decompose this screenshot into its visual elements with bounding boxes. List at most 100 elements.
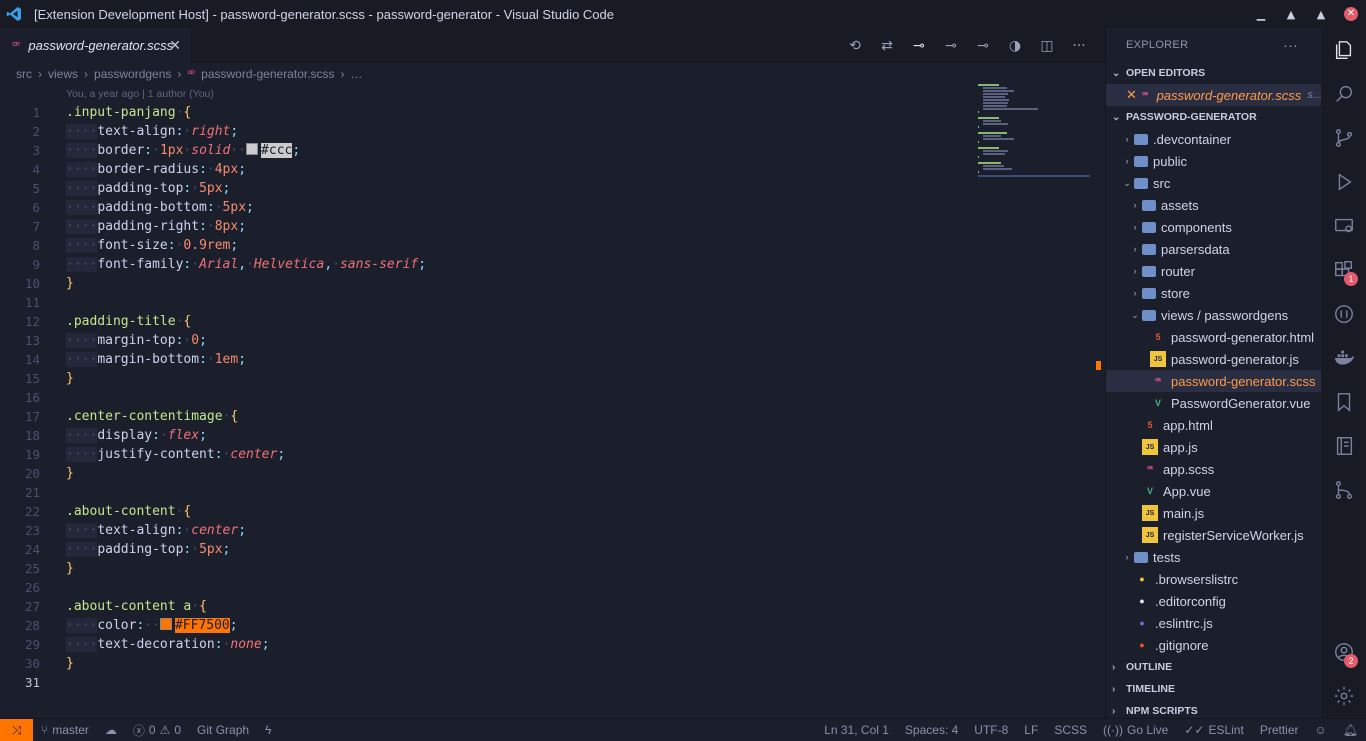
open-changes-icon[interactable]: ◑ (999, 38, 1031, 54)
minimize-icon[interactable]: ▁ (1246, 0, 1276, 28)
maximize-icon[interactable]: ▲ (1306, 0, 1336, 28)
code-line[interactable]: 10} (0, 274, 970, 293)
code-line[interactable]: 19 ····justify-content:·center; (0, 445, 970, 464)
code-line[interactable]: 30} (0, 654, 970, 673)
tree-item[interactable]: › tests (1106, 546, 1322, 568)
remote-explorer-icon[interactable] (1321, 204, 1366, 248)
code-line[interactable]: 17 .center-contentimage·{ (0, 407, 970, 426)
eslint-status[interactable]: ✓✓ ESLint (1176, 723, 1251, 737)
project-section[interactable]: ⌄ PASSWORD-GENERATOR (1106, 106, 1322, 128)
tab-password-generator-scss[interactable]: ꟹ password-generator.scss ✕ (0, 28, 191, 63)
docker-icon[interactable] (1321, 336, 1366, 380)
code-line[interactable]: 4 ····border-radius:·4px; (0, 160, 970, 179)
section-outline[interactable]: › OUTLINE (1106, 656, 1322, 678)
code-line[interactable]: 12 .padding-title·{ (0, 312, 970, 331)
code-line[interactable]: 31 (0, 673, 970, 692)
section-timeline[interactable]: › TIMELINE (1106, 678, 1322, 700)
git-commit-icon[interactable]: ⊸ (903, 38, 935, 54)
code-line[interactable]: 13 ····margin-top:·0; (0, 331, 970, 350)
code-line[interactable]: 29 ····text-decoration:·none; (0, 635, 970, 654)
code-line[interactable]: 6 ····padding-bottom:·5px; (0, 198, 970, 217)
bookmarks-icon[interactable] (1321, 380, 1366, 424)
code-line[interactable]: 8 ····font-size:·0.9rem; (0, 236, 970, 255)
code-line[interactable]: 25} (0, 559, 970, 578)
git-blame-codelens[interactable]: You, a year ago | 1 author (You) (66, 88, 214, 100)
tree-item[interactable]: ● .eslintrc.js (1106, 612, 1322, 634)
tree-item[interactable]: JS password-generator.js (1106, 348, 1322, 370)
run-debug-icon[interactable] (1321, 160, 1366, 204)
notifications-bell-icon[interactable]: 🔔︎ (1335, 723, 1366, 737)
code-line[interactable]: 22 .about-content·{ (0, 502, 970, 521)
code-line[interactable]: 14 ····margin-bottom:·1em; (0, 350, 970, 369)
extensions-icon[interactable]: 1 (1321, 248, 1366, 292)
tree-item[interactable]: › store (1106, 282, 1322, 304)
tree-item[interactable]: 5 password-generator.html (1106, 326, 1322, 348)
open-editors-section[interactable]: ⌄ OPEN EDITORS (1106, 62, 1322, 84)
tree-item[interactable]: JS registerServiceWorker.js (1106, 524, 1322, 546)
tree-item[interactable]: 5 app.html (1106, 414, 1322, 436)
git-graph-icon[interactable] (1321, 468, 1366, 512)
more-icon[interactable]: ··· (1283, 37, 1298, 53)
eol-status[interactable]: LF (1016, 723, 1046, 737)
tree-item[interactable]: › .devcontainer (1106, 128, 1322, 150)
close-window-button[interactable]: ✕ (1336, 0, 1366, 28)
tree-item[interactable]: V App.vue (1106, 480, 1322, 502)
code-line[interactable]: 16 (0, 388, 970, 407)
breadcrumb-passwordgens[interactable]: passwordgens (94, 67, 171, 81)
code-line[interactable]: 18 ····display:·flex; (0, 426, 970, 445)
minimap[interactable] (978, 84, 1090, 178)
encoding-status[interactable]: UTF-8 (966, 723, 1016, 737)
prettier-status[interactable]: Prettier (1252, 723, 1307, 737)
feedback-icon[interactable]: ☺ (1307, 723, 1335, 737)
settings-gear-icon[interactable] (1321, 674, 1366, 718)
explorer-icon[interactable] (1321, 28, 1366, 72)
split-editor-icon[interactable]: ◫ (1031, 38, 1063, 54)
branch-status[interactable]: ⑂ master (33, 723, 97, 737)
close-tab-icon[interactable]: ✕ (169, 37, 181, 54)
search-icon[interactable] (1321, 72, 1366, 116)
go-live-button[interactable]: ((·)) Go Live (1095, 723, 1176, 737)
code-line[interactable]: 28 ····color:·· #FF7500; (0, 616, 970, 635)
tree-item[interactable]: › public (1106, 150, 1322, 172)
restore-icon[interactable]: ▲ (1276, 0, 1306, 28)
tree-item[interactable]: › components (1106, 216, 1322, 238)
tree-item[interactable]: JS main.js (1106, 502, 1322, 524)
code-line[interactable]: 2 ····text-align:·right; (0, 122, 970, 141)
code-editor[interactable]: 1 .input-panjang·{2 ····text-align:·right;… (0, 103, 970, 692)
code-line[interactable]: 3 ····border:·1px·solid·· #ccc; (0, 141, 970, 160)
code-line[interactable]: 27 .about-content a·{ (0, 597, 970, 616)
previous-change-icon[interactable]: ⊸ (935, 38, 967, 54)
code-line[interactable]: 21 (0, 483, 970, 502)
tree-item[interactable]: ⌄ src (1106, 172, 1322, 194)
code-line[interactable]: 1 .input-panjang·{ (0, 103, 970, 122)
source-control-icon[interactable] (1321, 116, 1366, 160)
tree-item[interactable]: ꟹ password-generator.scss (1106, 370, 1322, 392)
code-line[interactable]: 5 ····padding-top:·5px; (0, 179, 970, 198)
breadcrumb-src[interactable]: src (16, 67, 32, 81)
tree-item[interactable]: › assets (1106, 194, 1322, 216)
next-change-icon[interactable]: ⊸ (967, 38, 999, 54)
indentation-status[interactable]: Spaces: 4 (897, 723, 966, 737)
breadcrumb-views[interactable]: views (48, 67, 78, 81)
code-line[interactable]: 7 ····padding-right:·8px; (0, 217, 970, 236)
tree-item[interactable]: JS app.js (1106, 436, 1322, 458)
breadcrumb-symbol[interactable]: … (351, 67, 363, 81)
more-actions-icon[interactable]: ··· (1063, 38, 1095, 54)
code-line[interactable]: 23 ····text-align:·center; (0, 521, 970, 540)
tree-item[interactable]: › router (1106, 260, 1322, 282)
cursor-position[interactable]: Ln 31, Col 1 (816, 723, 897, 737)
tree-item[interactable]: ● .gitignore (1106, 634, 1322, 656)
code-line[interactable]: 20} (0, 464, 970, 483)
compare-changes-icon[interactable]: ⇄ (871, 38, 903, 54)
tree-item[interactable]: ꟹ app.scss (1106, 458, 1322, 480)
close-icon[interactable]: ✕ (1126, 87, 1139, 103)
accounts-icon[interactable]: 2 (1321, 630, 1366, 674)
problems-status[interactable]: ⓧ 0 ⚠ 0 (125, 722, 189, 739)
language-mode[interactable]: SCSS (1046, 723, 1095, 737)
breadcrumb-file[interactable]: password-generator.scss (201, 67, 334, 81)
sync-status[interactable]: ☁ (97, 723, 125, 737)
code-line[interactable]: 26 (0, 578, 970, 597)
history-icon[interactable]: ⟲ (839, 38, 871, 54)
tree-item[interactable]: › parsersdata (1106, 238, 1322, 260)
code-line[interactable]: 9 ····font-family:·Arial,·Helvetica,·sans… (0, 255, 970, 274)
